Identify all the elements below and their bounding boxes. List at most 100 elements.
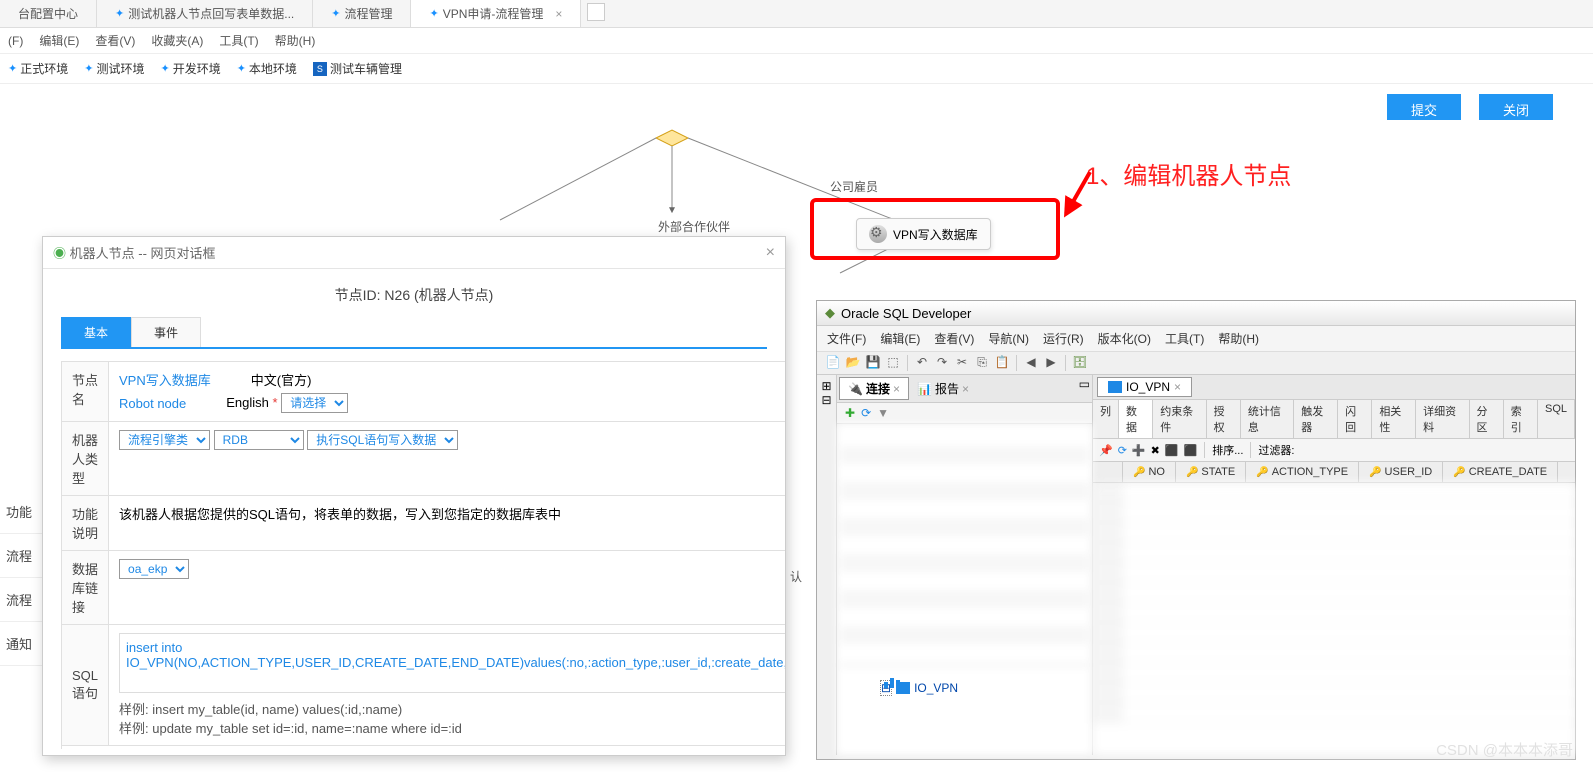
menu-tools[interactable]: 工具(T) xyxy=(219,32,258,49)
col-user[interactable]: 🔑USER_ID xyxy=(1359,462,1443,482)
histogram-icon xyxy=(884,678,906,688)
dblink-select[interactable]: oa_ekp xyxy=(119,559,189,579)
cut-icon[interactable]: ✂ xyxy=(954,355,970,371)
refresh-icon[interactable]: ⟳ xyxy=(1118,444,1127,457)
env-test[interactable]: ✦测试环境 xyxy=(84,60,144,77)
label-dblink: 数据库链接 xyxy=(62,551,109,625)
paste-icon[interactable]: 📋 xyxy=(994,355,1010,371)
tab-vpn-flow[interactable]: ✦VPN申请-流程管理× xyxy=(411,0,581,27)
tab-event[interactable]: 事件 xyxy=(131,317,201,347)
add-icon[interactable]: ✚ xyxy=(845,406,855,420)
tree-item-iovpn[interactable]: ⊟ IO_VPN xyxy=(872,676,966,700)
subtab-grant[interactable]: 授权 xyxy=(1207,400,1241,438)
dialog-titlebar[interactable]: ◉ 机器人节点 -- 网页对话框 × xyxy=(43,237,785,269)
subtab-sql[interactable]: SQL xyxy=(1538,400,1575,438)
gutter-icon2[interactable]: ⊟ xyxy=(817,393,836,407)
sql-textarea[interactable]: insert into IO_VPN(NO,ACTION_TYPE,USER_I… xyxy=(119,633,785,693)
env-local[interactable]: ✦本地环境 xyxy=(237,60,297,77)
robot-type-2[interactable]: RDB xyxy=(214,430,304,450)
new-icon[interactable]: 📄 xyxy=(825,355,841,371)
copy-icon[interactable]: ⎘ xyxy=(974,355,990,371)
col-no[interactable]: 🔑NO xyxy=(1123,462,1176,482)
sqldev-menu-view[interactable]: 查看(V) xyxy=(934,330,974,347)
gutter-icon1[interactable]: ⊞ xyxy=(817,379,836,393)
key-icon: 🔑 xyxy=(1186,467,1198,478)
db-icon[interactable]: 🗄 xyxy=(1072,355,1088,371)
subtab-index[interactable]: 索引 xyxy=(1504,400,1538,438)
conn-tab[interactable]: 🔌连接 × xyxy=(839,377,909,400)
sqldev-menu-help[interactable]: 帮助(H) xyxy=(1218,330,1259,347)
table-icon xyxy=(1108,381,1122,393)
tab-flow-mgmt[interactable]: ✦流程管理 xyxy=(313,0,411,27)
sqldev-menu-tools[interactable]: 工具(T) xyxy=(1165,330,1204,347)
key-icon: 🔑 xyxy=(1133,467,1145,478)
report-tab[interactable]: 📊报告 × xyxy=(909,377,977,400)
nodename-en[interactable]: Robot node xyxy=(119,396,186,411)
robot-type-1[interactable]: 流程引擎类 xyxy=(119,430,210,450)
flow-label-other: 认 xyxy=(790,568,802,585)
minimize-icon[interactable]: ▭ xyxy=(1079,377,1090,400)
flow-label-company: 公司雇员 xyxy=(830,178,878,195)
redo-icon[interactable]: ↷ xyxy=(934,355,950,371)
menu-file[interactable]: (F) xyxy=(8,34,23,48)
label-nodename: 节点名 xyxy=(62,362,109,422)
sqldev-menu-edit[interactable]: 编辑(E) xyxy=(880,330,920,347)
close-icon[interactable]: × xyxy=(555,7,562,21)
tab-config-center[interactable]: 台配置中心 xyxy=(0,0,97,27)
left-gutter: ⊞ ⊟ xyxy=(817,375,837,755)
subtab-stats[interactable]: 统计信息 xyxy=(1241,400,1294,438)
dialog-header: 节点ID: N26 (机器人节点) xyxy=(61,279,767,311)
subtab-related[interactable]: 相关性 xyxy=(1372,400,1416,438)
save-icon[interactable]: 💾 xyxy=(865,355,881,371)
fwd-icon[interactable]: ▶ xyxy=(1043,355,1059,371)
refresh-icon[interactable]: ⟳ xyxy=(861,406,871,420)
sqldev-menu-run[interactable]: 运行(R) xyxy=(1043,330,1084,347)
sort-button[interactable]: 排序... xyxy=(1212,442,1243,458)
lang-select[interactable]: 请选择 xyxy=(281,393,348,413)
result-tab-iovpn[interactable]: IO_VPN × xyxy=(1097,377,1192,397)
menu-edit[interactable]: 编辑(E) xyxy=(39,32,79,49)
new-tab-button[interactable] xyxy=(587,3,605,21)
tab-basic[interactable]: 基本 xyxy=(61,317,131,347)
env-vehicle[interactable]: S测试车辆管理 xyxy=(313,60,402,77)
grid-body[interactable] xyxy=(1093,483,1575,755)
menu-fav[interactable]: 收藏夹(A) xyxy=(151,32,203,49)
nodename-zh[interactable]: VPN写入数据库 xyxy=(119,370,211,389)
menu-view[interactable]: 查看(V) xyxy=(95,32,135,49)
robot-type-3[interactable]: 执行SQL语句写入数据 xyxy=(307,430,458,450)
col-state[interactable]: 🔑STATE xyxy=(1176,462,1246,482)
tab-test-robot[interactable]: ✦测试机器人节点回写表单数据... xyxy=(97,0,313,27)
key-icon: 🔑 xyxy=(1453,467,1465,478)
subtab-flashback[interactable]: 闪回 xyxy=(1338,400,1372,438)
env-prod[interactable]: ✦正式环境 xyxy=(8,60,68,77)
insert-icon[interactable]: ➕ xyxy=(1132,444,1146,457)
sqldev-menu-version[interactable]: 版本化(O) xyxy=(1098,330,1151,347)
filter-icon[interactable]: ▼ xyxy=(877,406,889,420)
back-icon[interactable]: ◀ xyxy=(1023,355,1039,371)
menu-help[interactable]: 帮助(H) xyxy=(275,32,316,49)
sqldev-titlebar[interactable]: ◆ Oracle SQL Developer xyxy=(817,301,1575,326)
open-icon[interactable]: 📂 xyxy=(845,355,861,371)
subtab-partition[interactable]: 分区 xyxy=(1470,400,1504,438)
connection-tree[interactable] xyxy=(837,424,1092,755)
delete-icon[interactable]: ✖ xyxy=(1151,444,1160,457)
col-action[interactable]: 🔑ACTION_TYPE xyxy=(1246,462,1359,482)
report-icon: 📊 xyxy=(917,382,932,396)
saveall-icon[interactable]: ⬚ xyxy=(885,355,901,371)
subtab-trigger[interactable]: 触发器 xyxy=(1294,400,1338,438)
pin-icon[interactable]: 📌 xyxy=(1099,444,1113,457)
subtab-data[interactable]: 数据 xyxy=(1119,400,1153,438)
sqldev-menu-nav[interactable]: 导航(N) xyxy=(988,330,1029,347)
commit-icon[interactable]: ⬛ xyxy=(1165,444,1179,457)
tab-icon: ✦ xyxy=(331,7,340,20)
subtab-col[interactable]: 列 xyxy=(1093,400,1119,438)
sqldev-menubar: 文件(F) 编辑(E) 查看(V) 导航(N) 运行(R) 版本化(O) 工具(… xyxy=(817,326,1575,352)
dialog-close-icon[interactable]: × xyxy=(766,244,775,262)
env-dev[interactable]: ✦开发环境 xyxy=(160,60,220,77)
subtab-constraint[interactable]: 约束条件 xyxy=(1153,400,1206,438)
subtab-detail[interactable]: 详细资料 xyxy=(1416,400,1469,438)
rollback-icon[interactable]: ⬛ xyxy=(1184,444,1198,457)
sqldev-menu-file[interactable]: 文件(F) xyxy=(827,330,866,347)
undo-icon[interactable]: ↶ xyxy=(914,355,930,371)
col-create[interactable]: 🔑CREATE_DATE xyxy=(1443,462,1558,482)
